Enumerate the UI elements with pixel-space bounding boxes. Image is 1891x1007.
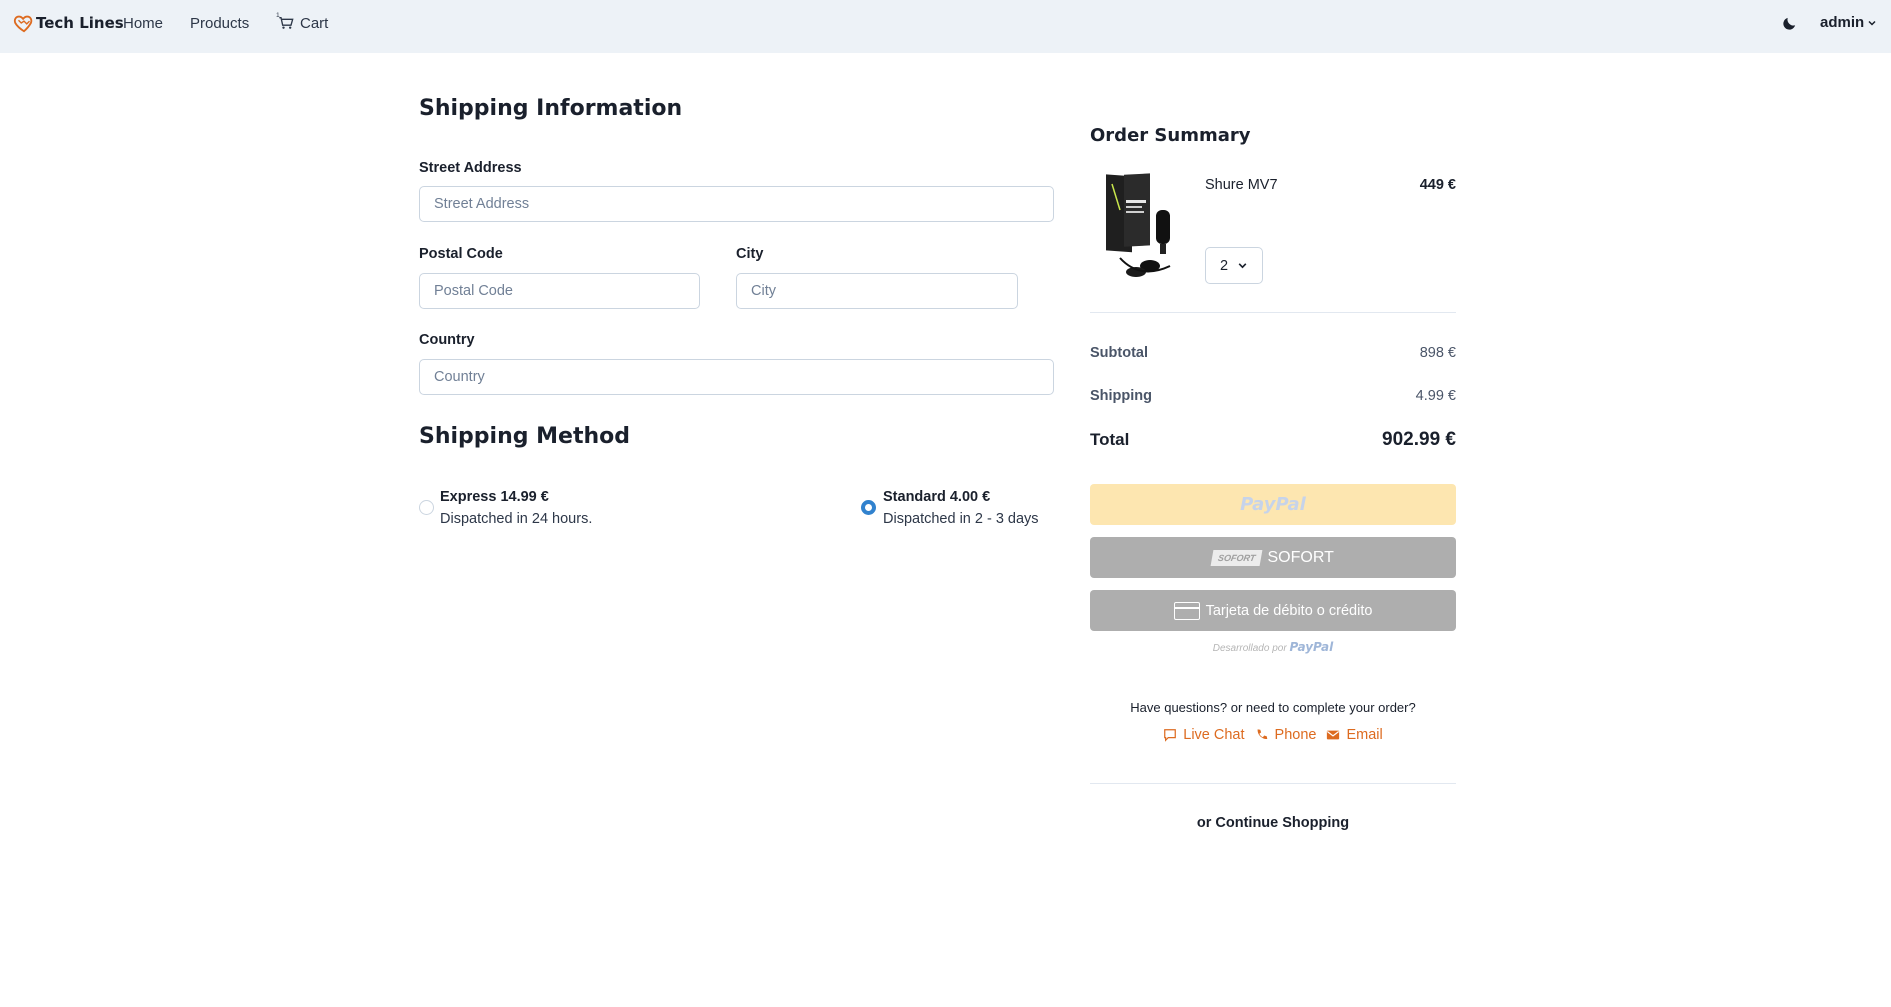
brand-logo[interactable]: Tech Lines (13, 12, 124, 34)
credit-card-icon (1173, 601, 1200, 620)
country-input[interactable] (419, 359, 1054, 395)
quantity-value: 2 (1220, 257, 1229, 274)
subtotal-label: Subtotal (1090, 345, 1148, 361)
nav-products-link[interactable]: Products (190, 15, 249, 32)
quantity-select[interactable]: 2 (1205, 247, 1263, 284)
continue-shopping: or Continue Shopping (1090, 815, 1456, 831)
help-divider (1090, 783, 1456, 784)
express-option-title[interactable]: Express 14.99 € (440, 489, 549, 505)
shipping-info-title: Shipping Information (419, 96, 683, 121)
user-menu[interactable]: admin (1820, 14, 1877, 31)
street-label: Street Address (419, 160, 522, 176)
user-name: admin (1820, 14, 1865, 31)
sofort-label: SOFORT (1267, 548, 1334, 566)
standard-option-subtitle: Dispatched in 2 - 3 days (883, 511, 1039, 527)
brand-name: Tech Lines (36, 14, 124, 32)
shipping-label: Shipping (1090, 388, 1153, 404)
shipping-method-title: Shipping Method (419, 424, 631, 449)
country-label: Country (419, 332, 475, 348)
standard-radio[interactable] (861, 500, 876, 515)
chevron-down-icon (1868, 20, 1876, 26)
nav-cart-link[interactable]: 1 Cart (276, 11, 329, 32)
continue-shopping-link[interactable]: Continue Shopping (1215, 815, 1349, 831)
live-chat-link[interactable]: Live Chat (1163, 727, 1245, 743)
postal-code-input[interactable] (419, 273, 700, 309)
card-payment-button[interactable]: Tarjeta de débito o crédito (1090, 590, 1456, 631)
postal-code-label: Postal Code (419, 246, 503, 262)
card-payment-label: Tarjeta de débito o crédito (1205, 602, 1373, 619)
chat-icon (1164, 729, 1177, 742)
envelope-icon (1327, 730, 1340, 740)
phone-link[interactable]: Phone (1255, 727, 1317, 743)
express-radio[interactable] (419, 500, 434, 515)
phone-icon (1257, 729, 1267, 739)
summary-divider (1090, 312, 1456, 313)
navbar: Tech Lines Home Products 1 Cart admin (0, 0, 1891, 53)
standard-option-title[interactable]: Standard 4.00 € (883, 489, 990, 505)
order-summary-title: Order Summary (1090, 125, 1251, 146)
powered-prefix: Desarrollado por (1212, 643, 1287, 654)
product-image[interactable] (1100, 170, 1186, 282)
total-label: Total (1090, 430, 1130, 449)
cart-icon: 1 (276, 11, 294, 29)
sofort-button[interactable]: SOFORT SOFORT (1090, 537, 1456, 578)
city-label: City (736, 246, 764, 262)
help-text: Have questions? or need to complete your… (1130, 700, 1416, 715)
subtotal-value: 898 € (1419, 345, 1456, 361)
total-value: 902.99 € (1382, 429, 1456, 450)
nav-cart-label: Cart (300, 15, 329, 32)
express-option-subtitle: Dispatched in 24 hours. (440, 511, 593, 527)
dark-mode-moon-icon[interactable] (1781, 15, 1798, 32)
powered-by-paypal: Desarrollado por PayPal (1090, 640, 1456, 654)
nav-home-link[interactable]: Home (123, 15, 163, 32)
email-label: Email (1346, 727, 1383, 743)
street-address-input[interactable] (419, 186, 1054, 222)
email-link[interactable]: Email (1326, 727, 1383, 743)
live-chat-label: Live Chat (1183, 727, 1245, 743)
paypal-button[interactable]: PayPal (1090, 484, 1456, 525)
paypal-logo: PayPal (1240, 494, 1306, 515)
shipping-value: 4.99 € (1415, 388, 1456, 404)
city-input[interactable] (736, 273, 1018, 309)
product-name[interactable]: Shure MV7 (1205, 177, 1278, 193)
contact-links: Live Chat Phone Email (1090, 727, 1456, 743)
powered-brand: PayPal (1289, 640, 1334, 654)
continue-prefix: or (1196, 815, 1216, 831)
phone-label: Phone (1274, 727, 1317, 743)
heart-logo-icon (13, 15, 33, 33)
product-price: 449 € (1419, 177, 1456, 193)
sofort-badge-icon: SOFORT (1210, 549, 1263, 566)
chevron-down-icon (1238, 263, 1247, 269)
